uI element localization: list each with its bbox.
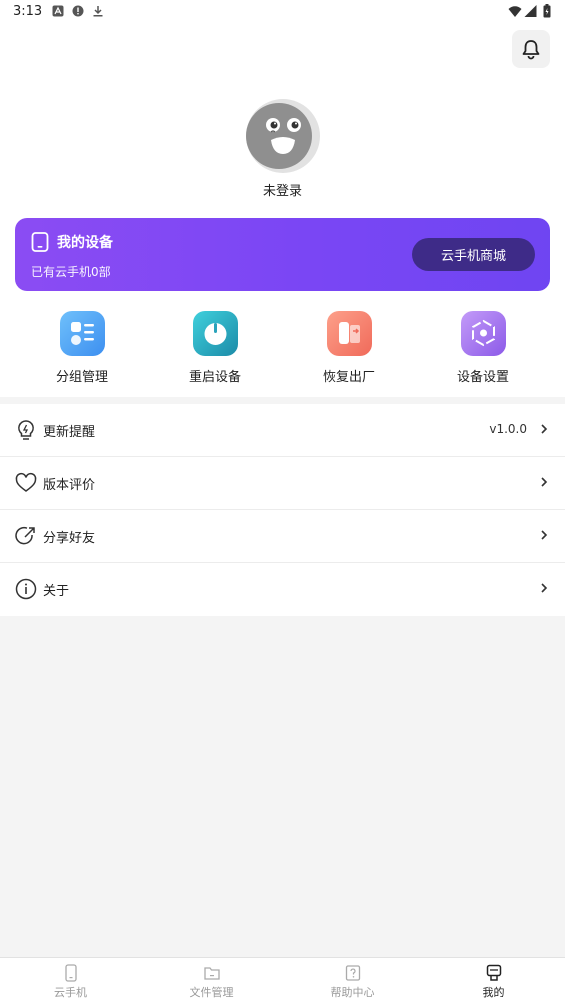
factory-reset-icon <box>326 311 372 356</box>
share-icon <box>15 526 35 545</box>
help-icon <box>345 965 360 981</box>
info-icon <box>15 578 37 600</box>
quick-action-label: 分组管理 <box>55 370 108 385</box>
chevron-right-icon <box>541 424 548 434</box>
wifi-icon <box>508 6 522 17</box>
alert-icon <box>72 5 84 17</box>
avatar[interactable] <box>245 98 321 174</box>
menu-item-share-friends[interactable]: 分享好友 <box>0 510 565 563</box>
notification-button[interactable] <box>512 30 550 68</box>
nav-tab-label: 云手机 <box>54 986 87 999</box>
status-bar: 3:13 <box>0 0 565 24</box>
chevron-right-icon <box>541 530 548 540</box>
bottom-nav: 云手机 文件管理 帮助中心 我的 <box>0 957 565 1004</box>
power-icon <box>192 311 238 356</box>
cloud-phone-shop-button[interactable]: 云手机商城 <box>412 238 535 271</box>
quick-action-device-settings[interactable]: 设备设置 <box>433 311 533 385</box>
nav-tab-label: 文件管理 <box>189 986 234 999</box>
nav-tab-help-center[interactable]: 帮助中心 <box>282 958 423 1004</box>
version-value: v1.0.0 <box>489 422 527 436</box>
menu-item-label: 更新提醒 <box>43 425 96 440</box>
menu-item-label: 版本评价 <box>43 478 96 493</box>
login-status-label[interactable]: 未登录 <box>0 180 565 199</box>
group-manage-icon <box>59 311 105 356</box>
profile-icon <box>486 964 501 981</box>
battery-icon <box>543 4 551 18</box>
avatar-face-icon <box>246 99 320 173</box>
nav-tab-file-manage[interactable]: 文件管理 <box>141 958 282 1004</box>
nav-tab-cloud-phone[interactable]: 云手机 <box>0 958 141 1004</box>
quick-action-label: 设备设置 <box>456 370 509 385</box>
bulb-icon <box>18 420 34 440</box>
profile-header-area: 3:13 未登录 我的设备 已有云手机0部 云手机商城 分组管理 重启设备 恢复… <box>0 0 565 397</box>
device-phone-icon <box>31 232 49 252</box>
status-time: 3:13 <box>13 4 43 19</box>
menu-item-label: 关于 <box>43 584 70 599</box>
chevron-right-icon <box>541 477 548 487</box>
quick-action-restart[interactable]: 重启设备 <box>165 311 265 385</box>
signal-icon <box>524 5 537 17</box>
nav-tab-mine[interactable]: 我的 <box>423 958 564 1004</box>
menu-item-label: 分享好友 <box>43 531 96 546</box>
nav-tab-label: 帮助中心 <box>330 986 375 999</box>
quick-action-group-manage[interactable]: 分组管理 <box>32 311 132 385</box>
folder-icon <box>203 967 220 980</box>
chevron-right-icon <box>541 583 548 593</box>
device-count-text: 已有云手机0部 <box>31 265 111 279</box>
quick-action-label: 恢复出厂 <box>322 370 375 385</box>
heart-icon <box>15 472 37 492</box>
menu-item-update-reminder[interactable]: 更新提醒 v1.0.0 <box>0 404 565 457</box>
quick-action-factory-reset[interactable]: 恢复出厂 <box>299 311 399 385</box>
download-icon <box>93 6 103 17</box>
menu-item-about[interactable]: 关于 <box>0 563 565 616</box>
my-devices-title: 我的设备 <box>57 235 113 251</box>
menu-item-version-review[interactable]: 版本评价 <box>0 457 565 510</box>
settings-menu: 更新提醒 v1.0.0 版本评价 分享好友 关于 <box>0 404 565 616</box>
bell-icon <box>522 40 540 60</box>
quick-actions: 分组管理 重启设备 恢复出厂 设备设置 <box>0 311 565 391</box>
phone-icon <box>64 964 77 982</box>
quick-action-label: 重启设备 <box>188 370 241 385</box>
device-settings-icon <box>460 311 506 356</box>
nav-tab-label: 我的 <box>482 986 505 999</box>
my-devices-card[interactable]: 我的设备 已有云手机0部 云手机商城 <box>15 218 550 291</box>
font-icon <box>52 5 64 17</box>
